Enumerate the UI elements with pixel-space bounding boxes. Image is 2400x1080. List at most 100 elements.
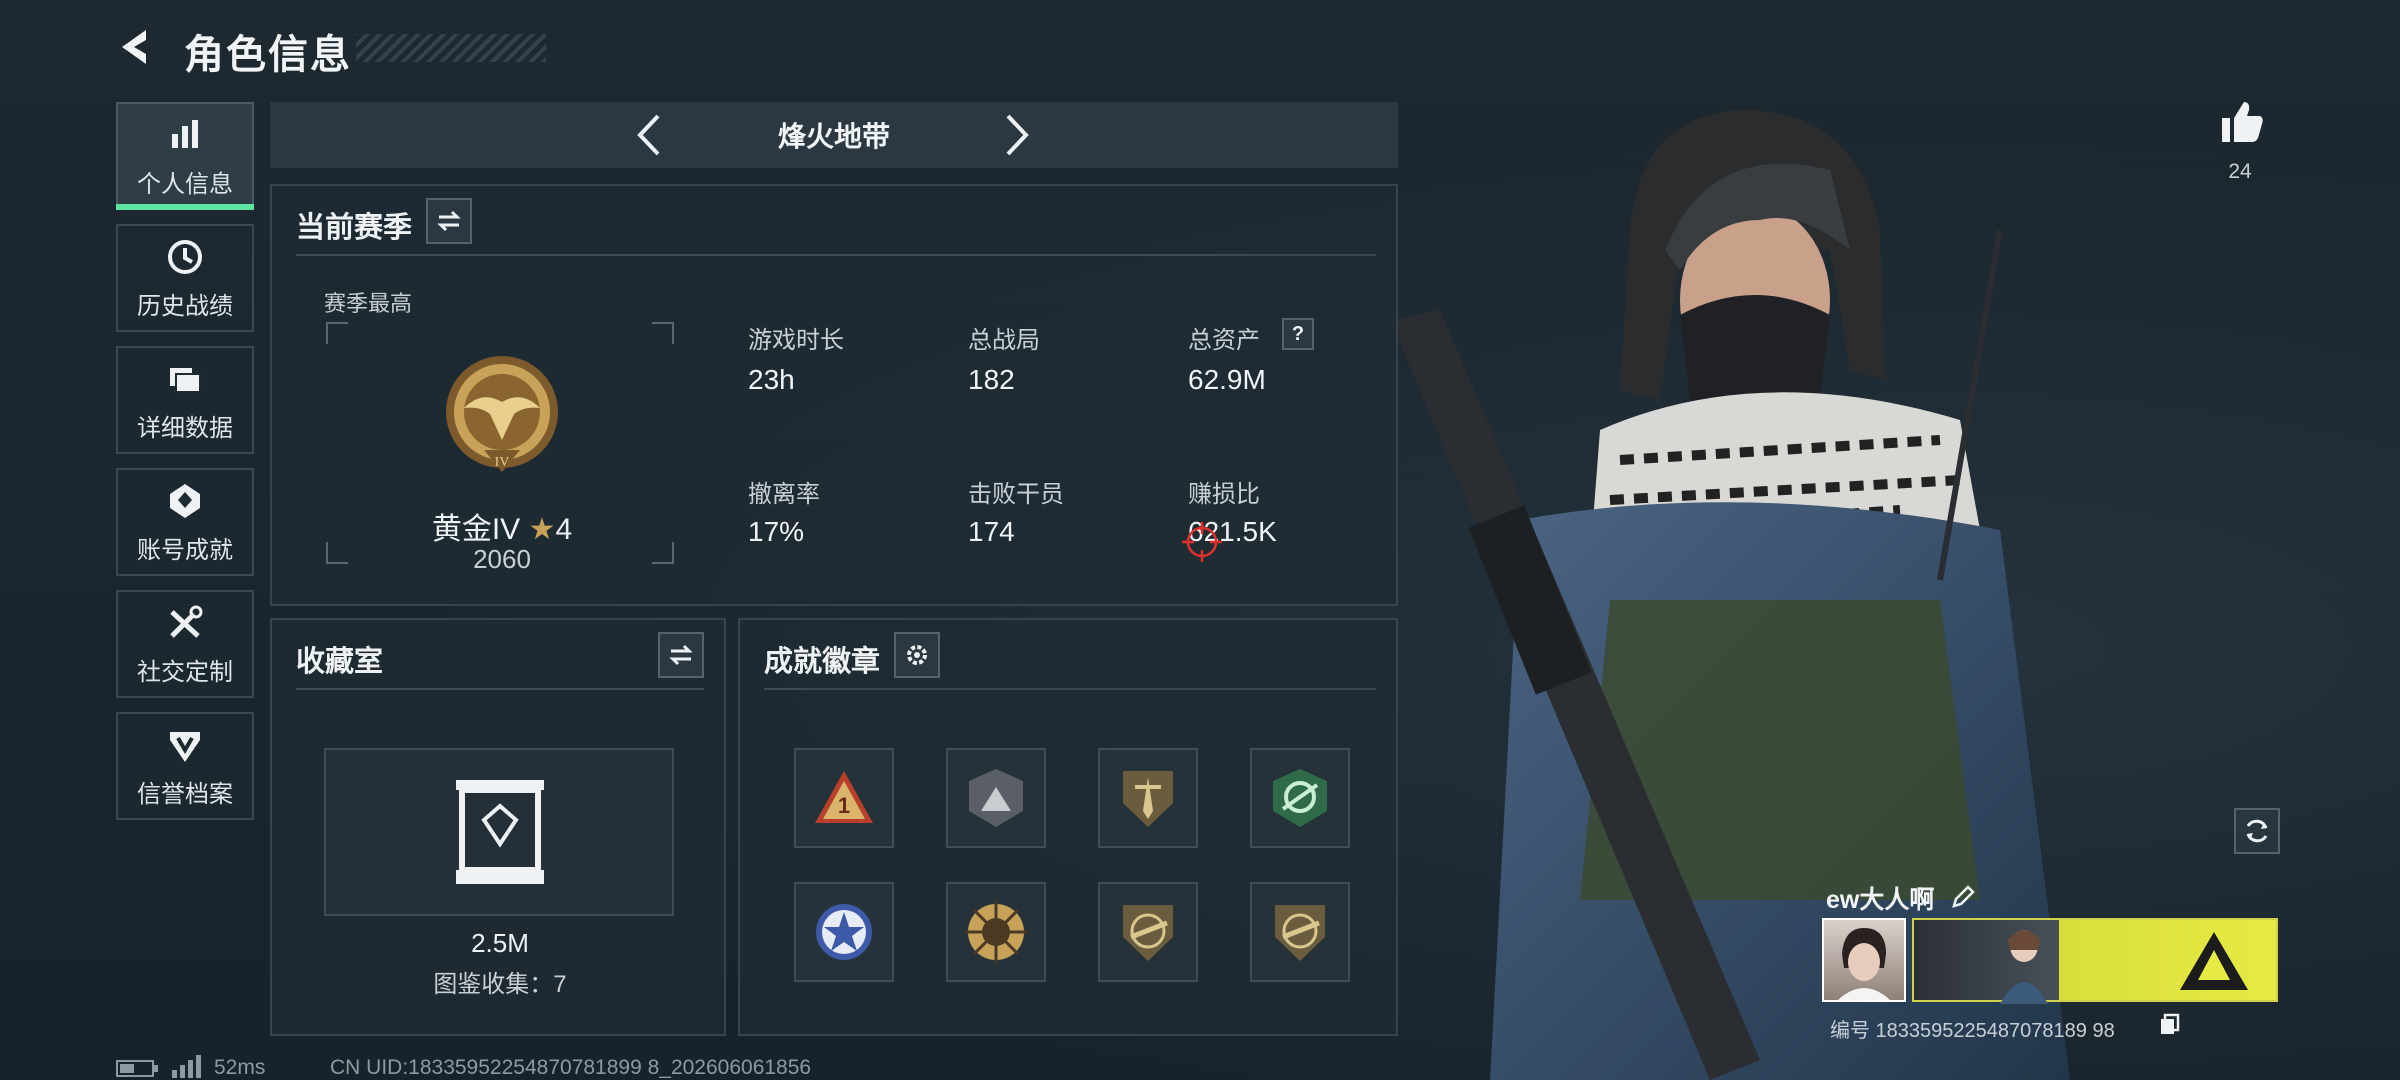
sidebar-item-label: 社交定制 <box>137 658 233 686</box>
rifle-badge-icon-2 <box>1275 905 1325 961</box>
sidebar-item-credit-profile[interactable]: 信誉档案 <box>116 712 254 820</box>
banner-emblem-icon <box>2180 932 2248 990</box>
rank-score: 2060 <box>473 544 531 574</box>
collection-title: 收藏室 <box>296 646 384 678</box>
mountain-badge-icon <box>969 769 1023 827</box>
achievement-badge[interactable] <box>794 882 894 982</box>
tools-icon <box>170 605 203 638</box>
rotate-view-button[interactable] <box>2234 808 2280 854</box>
achievement-badge[interactable] <box>946 882 1046 982</box>
player-banner[interactable] <box>1912 918 2278 1004</box>
shield-credit-icon <box>170 731 200 762</box>
frame-corner <box>326 542 348 564</box>
svg-text:1: 1 <box>838 793 850 818</box>
season-title: 当前赛季 <box>296 212 413 244</box>
swap-icon <box>437 210 461 232</box>
frame-corner <box>326 322 348 344</box>
stat-value-kills: 174 <box>968 516 1015 547</box>
sidebar-item-history[interactable]: 历史战绩 <box>116 224 254 332</box>
uid-readout: CN UID:18335952254870781899 8_2026060618… <box>330 1056 812 1079</box>
blue-star-badge-icon <box>816 904 872 960</box>
ping-readout: 52ms <box>214 1056 266 1079</box>
folder-icon <box>170 367 201 393</box>
crosshair-icon <box>1182 522 1222 562</box>
sidebar-item-achievements[interactable]: 账号成就 <box>116 468 254 576</box>
rank-stars: 4 <box>555 513 573 546</box>
stat-label-profit-ratio: 赚损比 <box>1188 481 1260 508</box>
stat-value-matches: 182 <box>968 364 1015 395</box>
signal-icon <box>172 1055 201 1078</box>
sidebar-item-label: 历史战绩 <box>137 292 233 320</box>
stat-label-kills: 击败干员 <box>968 481 1064 508</box>
frame-corner <box>652 542 674 564</box>
swap-icon <box>669 644 693 666</box>
achievement-badge[interactable] <box>946 748 1046 848</box>
stat-value-extract-rate: 17% <box>748 516 805 547</box>
achievement-badge[interactable] <box>1098 882 1198 982</box>
stat-value-playtime: 23h <box>748 364 795 395</box>
bar-chart-icon <box>172 119 198 148</box>
display-case-icon <box>456 780 544 884</box>
achievements-settings-button[interactable] <box>894 632 940 678</box>
collection-switch-button[interactable] <box>658 632 704 678</box>
triangle-1-badge-icon: 1 <box>815 771 873 823</box>
avatar[interactable] <box>1822 918 1906 1002</box>
divider <box>296 254 1376 256</box>
dagger-badge-icon <box>1123 771 1173 827</box>
stat-value-assets: 62.9M <box>1188 364 1266 395</box>
refresh-icon <box>2246 819 2268 843</box>
gear-icon <box>907 645 927 665</box>
achievement-icon <box>170 483 200 518</box>
copy-icon[interactable] <box>2158 1012 2182 1036</box>
season-best-label: 赛季最高 <box>324 291 413 316</box>
collection-display-case[interactable] <box>324 748 674 916</box>
stat-label-playtime: 游戏时长 <box>748 327 844 354</box>
sidebar-item-label: 详细数据 <box>137 414 233 442</box>
achievement-badge[interactable] <box>1098 748 1198 848</box>
thumbs-up-icon[interactable] <box>2216 96 2266 146</box>
edit-icon[interactable] <box>1950 884 1976 910</box>
player-name: ew大人啊 <box>1826 886 1935 914</box>
sidebar-item-label: 个人信息 <box>137 170 233 198</box>
season-panel: 当前赛季 赛季最高 IV 黄金IV ★4 2060 游戏时长 23h 总战局 1… <box>270 184 1398 606</box>
battery-icon <box>116 1060 158 1077</box>
player-id: 编号 1833595225487078189 98 <box>1830 1020 2115 1042</box>
season-switch-button[interactable] <box>426 198 472 244</box>
clock-history-icon <box>168 239 202 274</box>
gold-rank-emblem-icon: IV <box>446 356 558 472</box>
sidebar-item-detailed-data[interactable]: 详细数据 <box>116 346 254 454</box>
collection-panel: 收藏室 2.5M 图鉴收集：7 <box>270 618 726 1036</box>
stat-label-extract-rate: 撤离率 <box>748 481 820 508</box>
chevron-right-icon[interactable] <box>990 110 1040 160</box>
achievements-title: 成就徽章 <box>764 646 881 678</box>
frame-corner <box>652 322 674 344</box>
collection-caption: 图鉴收集：7 <box>433 971 567 998</box>
stat-label-assets: 总资产 <box>1188 327 1260 354</box>
sidebar-item-label: 账号成就 <box>137 536 233 564</box>
sidebar-item-personal-info[interactable]: 个人信息 <box>116 102 254 210</box>
sidebar-item-social-custom[interactable]: 社交定制 <box>116 590 254 698</box>
title-decoration <box>356 34 546 62</box>
rank-display: 黄金IV ★4 <box>372 504 632 548</box>
rank-name: 黄金IV <box>431 513 521 546</box>
divider <box>296 688 704 690</box>
divider <box>764 688 1376 690</box>
achievements-panel: 成就徽章 1 <box>738 618 1398 1036</box>
star-icon: ★ <box>528 513 556 546</box>
sidebar-item-label: 信誉档案 <box>137 780 233 808</box>
back-arrow-icon[interactable] <box>112 22 162 72</box>
collection-value: 2.5M <box>471 928 529 958</box>
svg-text:IV: IV <box>495 455 510 470</box>
rifle-badge-icon <box>1123 905 1173 961</box>
achievement-badge[interactable] <box>1250 748 1350 848</box>
page-title: 角色信息 <box>184 33 352 77</box>
like-count: 24 <box>2228 160 2252 183</box>
achievement-badge[interactable]: 1 <box>794 748 894 848</box>
green-wings-badge-icon <box>1273 769 1327 827</box>
achievement-badge[interactable] <box>1250 882 1350 982</box>
chevron-left-icon[interactable] <box>626 110 676 160</box>
help-icon[interactable]: ? <box>1282 318 1314 350</box>
mode-title: 烽火地带 <box>777 121 890 152</box>
stat-label-matches: 总战局 <box>968 327 1040 354</box>
mode-selector: 烽火地带 <box>270 102 1398 168</box>
